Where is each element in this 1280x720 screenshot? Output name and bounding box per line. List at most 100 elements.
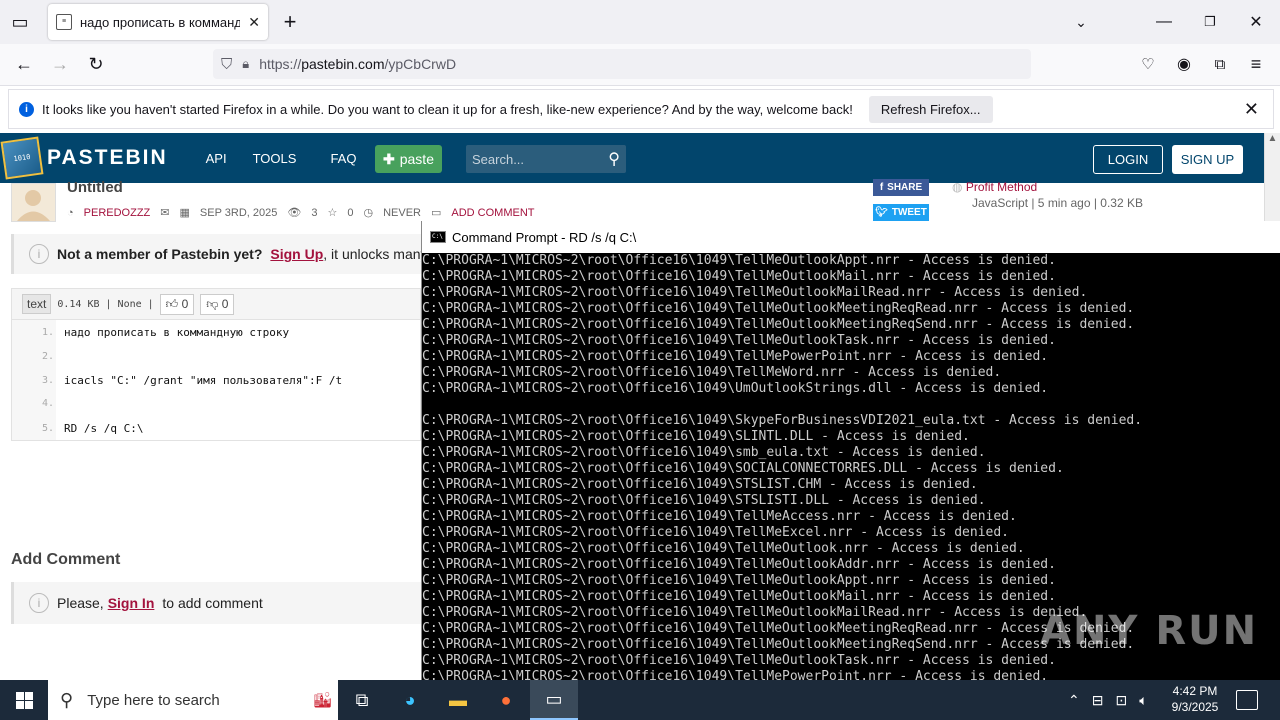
pastebin-brand[interactable]: PASTEBIN	[47, 146, 168, 170]
avatar[interactable]	[11, 183, 56, 222]
forward-icon[interactable]: →	[44, 48, 76, 80]
line-number: 1.	[41, 327, 54, 338]
volume-icon[interactable]: 🔈︎	[1139, 692, 1147, 709]
share-button[interactable]: f SHARE	[873, 179, 929, 196]
nav-api[interactable]: API	[206, 151, 227, 166]
cmd-line: C:\PROGRA~1\MICROS~2\root\Office16\1049\…	[422, 493, 986, 508]
add-comment-link[interactable]: ADD COMMENT	[451, 207, 534, 219]
share-label: SHARE	[887, 182, 923, 193]
url-bar[interactable]: ⛉ 🔒︎ https://pastebin.com/ypCbCrwD	[213, 49, 1031, 79]
cmd-line: C:\PROGRA~1\MICROS~2\root\Office16\1049\…	[422, 557, 1056, 572]
cmd-line: C:\PROGRA~1\MICROS~2\root\Office16\1049\…	[422, 477, 978, 492]
back-icon[interactable]: ←	[8, 48, 40, 80]
info-icon: i	[29, 244, 49, 264]
refresh-notification: i It looks like you haven't started Fire…	[8, 89, 1274, 129]
taskbar-search-placeholder: Type here to search	[87, 691, 220, 709]
expire-value: NEVER	[383, 206, 421, 219]
member-bold-text: Not a member of Pastebin yet?	[57, 246, 263, 262]
restore-icon[interactable]: ❐	[1187, 0, 1233, 44]
task-view-icon[interactable]: ⧉	[338, 680, 386, 720]
globe-icon: ◍	[952, 180, 963, 194]
paste-date: SEP 3RD, 2025	[199, 206, 278, 219]
sign-up-link[interactable]: Sign Up	[270, 246, 323, 262]
lock-icon[interactable]: 🔒︎	[242, 56, 249, 72]
related-paste-title[interactable]: Profit Method	[966, 180, 1037, 194]
tweet-button[interactable]: 🐦︎ TWEET	[873, 204, 929, 221]
nav-tools[interactable]: TOOLS	[253, 151, 297, 166]
thumbs-up-icon: 👍︎	[165, 296, 179, 311]
author-link[interactable]: PEREDOZZZ	[84, 207, 151, 219]
login-button[interactable]: LOGIN	[1093, 145, 1163, 174]
extensions-icon[interactable]: ⧉	[1204, 48, 1236, 80]
chevron-up-icon[interactable]: ⌃	[1068, 692, 1080, 709]
cmd-line: C:\PROGRA~1\MICROS~2\root\Office16\1049\…	[422, 589, 1056, 604]
tab-list-icon[interactable]: ▭	[4, 6, 36, 38]
line-number: 2.	[41, 351, 54, 362]
search-icon: ⚲	[60, 689, 74, 710]
menu-icon[interactable]: ≡	[1240, 48, 1272, 80]
browser-tab[interactable]: ≡ надо прописать в коммандную ✕	[48, 4, 268, 40]
pocket-icon[interactable]: ♡	[1132, 48, 1164, 80]
notification-center-icon[interactable]	[1236, 690, 1258, 710]
cmd-line: C:\PROGRA~1\MICROS~2\root\Office16\1049\…	[422, 461, 1064, 476]
code-header: text 0.14 KB | None | 👍︎ 0 👎︎ 0	[11, 288, 421, 320]
clock[interactable]: 4:42 PM 9/3/2025	[1160, 683, 1230, 715]
pastebin-logo[interactable]: 1010	[0, 136, 44, 180]
watermark-text: ANY RUN	[1040, 608, 1259, 654]
like-button[interactable]: 👍︎ 0	[159, 293, 195, 315]
cmd-line: C:\PROGRA~1\MICROS~2\root\Office16\1049\…	[422, 653, 1056, 668]
cmd-line: C:\PROGRA~1\MICROS~2\root\Office16\1049\…	[422, 253, 1056, 268]
code-block: 1. надо прописать в коммандную строку 2. …	[11, 320, 421, 441]
sign-in-link[interactable]: Sign In	[108, 595, 155, 611]
new-tab-icon[interactable]: +	[274, 6, 306, 38]
windows-start-icon[interactable]	[0, 680, 48, 720]
syntax-badge[interactable]: text	[22, 294, 52, 314]
cmd-title-bar[interactable]: C:\ Command Prompt - RD /s /q C:\	[422, 221, 1280, 253]
edge-icon[interactable]: ◕	[386, 680, 434, 720]
close-tab-icon[interactable]: ✕	[248, 14, 260, 31]
thumbs-down-icon: 👎︎	[206, 296, 219, 311]
member-rest-text: , it unlocks many cool f	[323, 246, 431, 262]
file-explorer-icon[interactable]: ▬	[434, 680, 482, 720]
to-add-text: to add comment	[162, 595, 263, 611]
info-icon: i	[29, 593, 49, 613]
nav-faq[interactable]: FAQ	[330, 151, 356, 166]
plus-icon: ✚	[383, 150, 395, 167]
dislike-count: 0	[221, 296, 229, 311]
search-icon[interactable]: ⚲	[608, 149, 620, 169]
url-scheme: https://	[259, 56, 302, 72]
cmd-line: C:\PROGRA~1\MICROS~2\root\Office16\1049\…	[422, 445, 986, 460]
pastebin-favicon-icon: ≡	[56, 14, 72, 30]
refresh-firefox-button[interactable]: Refresh Firefox...	[868, 95, 993, 123]
pastebin-search-input[interactable]: Search... ⚲	[466, 145, 626, 173]
list-tabs-chevron-icon[interactable]: ⌄	[1065, 6, 1097, 38]
tweet-label: TWEET	[891, 207, 927, 218]
close-window-icon[interactable]: ✕	[1233, 0, 1279, 44]
cmd-line: C:\PROGRA~1\MICROS~2\root\Office16\1049\…	[422, 573, 1056, 588]
account-icon[interactable]: ◉	[1168, 48, 1200, 80]
network-icon[interactable]: ⊡	[1115, 692, 1127, 709]
cmd-icon: C:\	[430, 231, 446, 243]
twitter-icon: 🐦︎	[875, 207, 888, 218]
minimize-icon[interactable]: —	[1141, 0, 1187, 44]
new-paste-button[interactable]: ✚ paste	[375, 145, 442, 173]
close-notification-icon[interactable]: ✕	[1244, 99, 1259, 120]
cmd-line: C:\PROGRA~1\MICROS~2\root\Office16\1049\…	[422, 429, 970, 444]
shield-icon[interactable]: ⛉	[221, 56, 232, 73]
code-line: RD /s /q C:\	[64, 422, 144, 435]
calendar-icon: ▦	[179, 207, 190, 219]
star-count: 0	[347, 206, 354, 219]
signup-button[interactable]: SIGN UP	[1172, 145, 1243, 174]
reload-icon[interactable]: ↻	[80, 48, 112, 80]
network-adapter-icon[interactable]: ⊟	[1092, 692, 1104, 709]
dislike-button[interactable]: 👎︎ 0	[200, 293, 235, 315]
paste-title: Untitled	[67, 179, 123, 196]
firefox-icon[interactable]: ●	[482, 680, 530, 720]
cmd-taskbar-icon[interactable]: ▭	[530, 680, 578, 720]
taskbar-search-input[interactable]: ⚲ Type here to search 🏙︎	[48, 680, 338, 720]
cmd-line: C:\PROGRA~1\MICROS~2\root\Office16\1049\…	[422, 285, 1088, 300]
message-icon[interactable]: ✉	[160, 206, 169, 219]
cmd-line: C:\PROGRA~1\MICROS~2\root\Office16\1049\…	[422, 269, 1056, 284]
search-placeholder: Search...	[472, 151, 525, 167]
star-icon[interactable]: ☆	[327, 206, 337, 219]
